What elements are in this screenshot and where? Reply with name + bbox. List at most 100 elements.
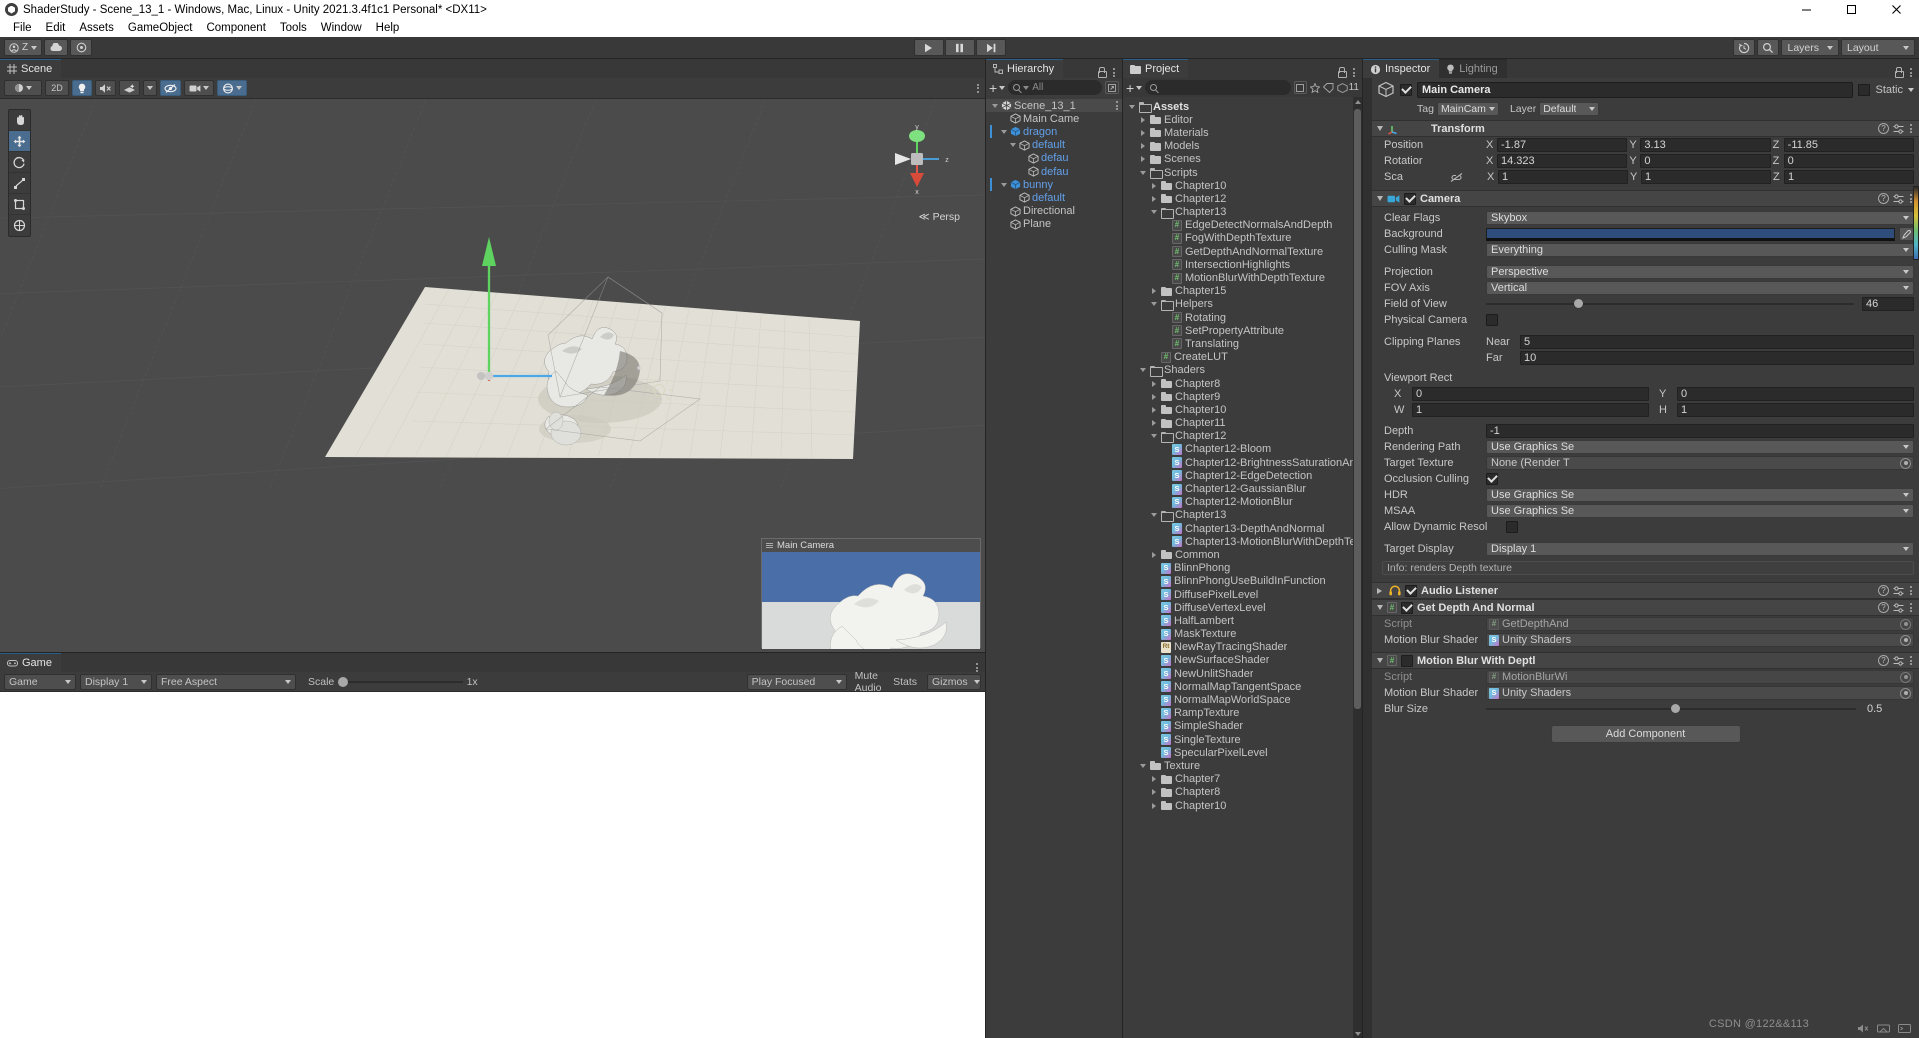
lock-icon[interactable] — [1894, 67, 1904, 78]
expand-arrow-icon[interactable] — [1149, 776, 1158, 783]
project-item-simpleshader[interactable]: S SimpleShader — [1123, 720, 1362, 733]
expand-arrow-icon[interactable] — [999, 129, 1008, 134]
tab-game[interactable]: Game — [0, 653, 61, 672]
rendering-path-dropdown[interactable]: Use Graphics Se — [1486, 440, 1914, 454]
hierarchy-item-bunny[interactable]: bunny — [986, 178, 1122, 192]
menu-file[interactable]: File — [6, 19, 39, 37]
hierarchy-item-default[interactable]: default — [986, 191, 1122, 204]
clear-flags-dropdown[interactable]: Skybox — [1486, 211, 1914, 225]
search-icon[interactable] — [1757, 39, 1780, 56]
project-item-setpropertyattribute[interactable]: # SetPropertyAttribute — [1123, 324, 1362, 337]
hierarchy-item-main-came[interactable]: Main Came — [986, 112, 1122, 125]
hierarchy-item-defau[interactable]: defau — [986, 165, 1122, 178]
project-item-createlut[interactable]: # CreateLUT — [1123, 351, 1362, 364]
inspector-options-kebab[interactable] — [1908, 68, 1914, 77]
project-item-chapter13-motionblurwithdepthtextur[interactable]: S Chapter13-MotionBlurWithDepthTextur — [1123, 535, 1362, 548]
expand-arrow-icon[interactable] — [1149, 789, 1158, 796]
rotate-tool-button[interactable] — [9, 152, 30, 173]
tag-dropdown[interactable]: MainCam — [1436, 101, 1499, 116]
preset-icon[interactable] — [1893, 123, 1904, 134]
project-item-chapter8[interactable]: Chapter8 — [1123, 377, 1362, 390]
tab-scene[interactable]: Scene — [0, 59, 62, 78]
depth-field[interactable]: -1 — [1486, 424, 1914, 438]
account-button[interactable]: Z — [4, 39, 43, 56]
minimize-button[interactable] — [1784, 0, 1829, 19]
project-item-scripts[interactable]: Scripts — [1123, 166, 1362, 180]
history-icon[interactable] — [1733, 39, 1756, 56]
camera-component-header[interactable]: Camera ? — [1372, 190, 1919, 207]
project-item-chapter12-motionblur[interactable]: S Chapter12-MotionBlur — [1123, 496, 1362, 509]
game-viewport[interactable] — [0, 692, 985, 1038]
foldout-arrow-icon[interactable] — [1377, 126, 1383, 131]
occlusion-culling-checkbox[interactable] — [1486, 473, 1498, 485]
expand-arrow-icon[interactable] — [1149, 513, 1158, 518]
msaa-dropdown[interactable]: Use Graphics Se — [1486, 504, 1914, 518]
add-component-button[interactable]: Add Component — [1550, 725, 1741, 743]
view-2d-toggle[interactable]: 2D — [45, 80, 69, 96]
project-scrollbar[interactable] — [1353, 97, 1362, 1038]
scene-context-kebab[interactable] — [1114, 101, 1120, 111]
project-item-chapter10[interactable]: Chapter10 — [1123, 403, 1362, 416]
project-item-chapter12-brightnesssaturationandco[interactable]: S Chapter12-BrightnessSaturationAndCo — [1123, 456, 1362, 469]
lock-icon[interactable] — [1097, 67, 1107, 78]
field-of-view-slider[interactable] — [1486, 297, 1858, 311]
hand-tool-button[interactable] — [9, 110, 30, 131]
expand-arrow-icon[interactable] — [1149, 182, 1158, 189]
project-item-chapter10[interactable]: Chapter10 — [1123, 799, 1362, 812]
add-gameobject-button[interactable]: + — [989, 81, 1006, 95]
tab-hierarchy[interactable]: Hierarchy — [986, 59, 1064, 78]
object-picker-icon[interactable] — [1900, 671, 1911, 683]
project-item-helpers[interactable]: Helpers — [1123, 298, 1362, 311]
expand-arrow-icon[interactable] — [1149, 302, 1158, 307]
close-button[interactable] — [1874, 0, 1919, 19]
menu-assets[interactable]: Assets — [72, 19, 121, 37]
scroll-up-arrow[interactable] — [1354, 97, 1361, 106]
viewport-x-field[interactable]: 0 — [1412, 387, 1649, 401]
expand-arrow-icon[interactable] — [1149, 802, 1158, 809]
project-item-blinnphong[interactable]: S BlinnPhong — [1123, 562, 1362, 575]
motion-blur-with-depth-header[interactable]: # Motion Blur With Deptl ? — [1372, 652, 1919, 669]
hdr-dropdown[interactable]: Use Graphics Se — [1486, 488, 1914, 502]
expand-arrow-icon[interactable] — [1149, 210, 1158, 215]
label-tag-icon[interactable] — [1322, 82, 1334, 93]
scene-viewport[interactable]: y x z ≪ Persp Main Camera — [0, 99, 985, 652]
project-item-chapter13[interactable]: Chapter13 — [1123, 509, 1362, 522]
tab-lighting[interactable]: Lighting — [1439, 59, 1507, 78]
drag-handle-icon[interactable] — [766, 543, 773, 548]
object-name-field[interactable]: Main Camera — [1417, 81, 1854, 98]
static-checkbox[interactable] — [1858, 83, 1871, 96]
audio-listener-header[interactable]: Audio Listener ? — [1372, 582, 1919, 599]
rotation-y-field[interactable]: 0 — [1640, 154, 1771, 168]
project-item-newunlitshader[interactable]: S NewUnlitShader — [1123, 667, 1362, 680]
help-icon[interactable]: ? — [1878, 655, 1889, 666]
get-depth-shader-field[interactable]: S Unity Shaders — [1486, 633, 1914, 647]
favorite-star-icon[interactable] — [1309, 82, 1320, 93]
package-count-badge[interactable]: 11 — [1336, 82, 1359, 93]
create-asset-button[interactable]: + — [1126, 81, 1143, 95]
project-item-diffusepixellevel[interactable]: S DiffusePixelLevel — [1123, 588, 1362, 601]
object-picker-icon[interactable] — [1900, 457, 1911, 469]
camera-enabled-checkbox[interactable] — [1404, 192, 1416, 205]
preset-icon[interactable] — [1893, 602, 1904, 613]
chevron-down-icon[interactable] — [1908, 87, 1914, 92]
menu-edit[interactable]: Edit — [39, 19, 73, 37]
display-select-dropdown[interactable]: Display 1 — [80, 673, 152, 690]
effects-toggle[interactable] — [119, 80, 140, 96]
scroll-down-arrow[interactable] — [1354, 1029, 1361, 1038]
hierarchy-item-directional[interactable]: Directional — [986, 205, 1122, 218]
inspector-body[interactable]: Main Camera Static Tag MainCam Layer Def… — [1363, 78, 1919, 1038]
menu-window[interactable]: Window — [314, 19, 369, 37]
help-icon[interactable]: ? — [1878, 602, 1889, 613]
project-item-models[interactable]: Models — [1123, 140, 1362, 153]
project-item-ramptexture[interactable]: S RampTexture — [1123, 707, 1362, 720]
move-tool-button[interactable] — [9, 131, 30, 152]
scale-y-field[interactable]: 1 — [1641, 170, 1771, 184]
project-tree-container[interactable]: Assets Editor Materials Models Scenes Scripts… — [1123, 97, 1362, 1038]
hierarchy-body[interactable]: Scene_13_1 Main Came dragon default defau def… — [986, 97, 1122, 1038]
lighting-toggle[interactable] — [72, 80, 92, 96]
project-item-blinnphongusebuildinfunction[interactable]: S BlinnPhongUseBuildInFunction — [1123, 575, 1362, 588]
project-item-chapter12[interactable]: Chapter12 — [1123, 430, 1362, 443]
layers-dropdown[interactable]: Layers — [1781, 39, 1839, 56]
expand-arrow-icon[interactable] — [1127, 104, 1136, 109]
object-picker-icon[interactable] — [1900, 687, 1911, 699]
